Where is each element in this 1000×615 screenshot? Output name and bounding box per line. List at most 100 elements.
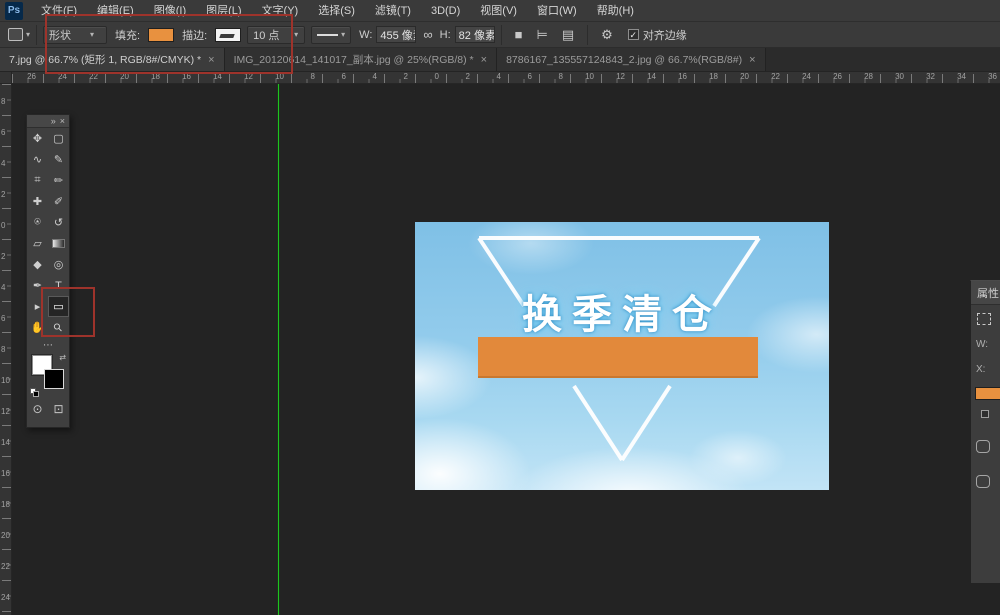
healing-brush-tool[interactable]: ✚ [27,191,48,212]
ruler-label: 14 [647,72,658,81]
quick-selection-tool[interactable]: ✎ [48,149,69,170]
vertical-ruler[interactable]: 8642024681012141618202224 [0,84,12,615]
link-dimensions-icon[interactable]: ∞ [423,27,432,42]
crop-icon: ⌗ [34,174,40,187]
divider [501,25,502,45]
menu-window[interactable]: 窗口(W) [527,0,587,22]
swap-colors-icon[interactable]: ⇄ [59,353,66,362]
screen-mode-icon[interactable]: ⊡ [53,402,63,416]
tools-panel: » × ✥▢∿✎⌗✏✚✐⍟↺▱◆◎✒T▸▭✋⚲ ⋯ ⇄ ⊙ ⊡ [26,114,70,428]
ruler-label: 20 [740,72,751,81]
ruler-label: 12 [616,72,627,81]
color-wells: ⇄ [27,352,69,398]
ruler-label: 4 [1,159,5,168]
menu-view[interactable]: 视图(V) [470,0,527,22]
vertical-guide-line[interactable] [278,84,279,615]
menu-3d[interactable]: 3D(D) [421,0,470,22]
annotation-box-rectangle-tool [41,287,95,337]
annotation-box-shape-options [45,14,293,74]
tab-close-icon[interactable]: × [749,54,755,66]
eraser-icon: ▱ [33,237,41,250]
stroke-style-dropdown[interactable]: ▾ [311,26,351,44]
ruler-label: 6 [1,128,5,137]
ruler-label: 14 [1,438,10,447]
collapse-panel-icon[interactable]: » [51,116,56,126]
chevron-down-icon: ▾ [294,30,298,39]
chevron-down-icon: ▾ [26,30,30,39]
clone-stamp-icon: ⍟ [34,216,41,229]
ruler-label: 18 [1,500,10,509]
ruler-label: 12 [1,407,10,416]
document-tab-3[interactable]: 8786167_135557124843_2.jpg @ 66.7%(RGB/8… [497,48,765,71]
shape-width-field[interactable]: 455 像素 [376,26,416,43]
rectangle-tool-icon [8,28,23,41]
eraser-tool[interactable]: ▱ [27,233,48,254]
photoshop-window: Ps 文件(F)编辑(E)图像(I)图层(L)文字(Y)选择(S)滤镜(T)3D… [0,0,1000,615]
shape-height-field[interactable]: 82 像素 [455,26,495,43]
blur-icon: ◆ [33,258,41,271]
marquee-tool[interactable]: ▢ [48,128,69,149]
ruler-label: 22 [1,562,10,571]
corner-radius-icon[interactable] [976,475,990,488]
ruler-label: 26 [27,72,38,81]
ruler-label: 18 [709,72,720,81]
gradient-tool[interactable] [48,233,69,254]
history-brush-icon: ↺ [54,216,63,229]
chevron-down-icon: ▾ [341,30,345,39]
ruler-label: 2 [404,72,410,81]
path-alignment-icon[interactable]: ⊨ [537,27,548,43]
history-brush-tool[interactable]: ↺ [48,212,69,233]
ruler-label: 8 [1,345,5,354]
move-tool[interactable]: ✥ [27,128,48,149]
ps-logo: Ps [5,2,23,20]
blur-tool[interactable]: ◆ [27,254,48,275]
tab-label: 8786167_135557124843_2.jpg @ 66.7%(RGB/8… [506,54,742,66]
healing-brush-icon: ✚ [33,195,42,208]
tab-close-icon[interactable]: × [481,54,487,66]
properties-panel-title: 属性 [971,281,1000,305]
props-fill-swatch[interactable] [975,387,1000,400]
ruler-label: 8 [559,72,565,81]
path-arrangement-icon[interactable]: ▤ [562,27,574,43]
menu-select[interactable]: 选择(S) [308,0,365,22]
menu-filter[interactable]: 滤镜(T) [365,0,421,22]
background-color-swatch[interactable] [44,369,64,389]
props-stroke-option-icon[interactable] [981,410,989,418]
more-tools-icon[interactable]: ⋯ [27,338,69,352]
divider [36,25,37,45]
ruler-label: 28 [864,72,875,81]
clone-stamp-tool[interactable]: ⍟ [27,212,48,233]
move-icon: ✥ [33,132,42,145]
ruler-label: 4 [373,72,379,81]
path-operations-icon[interactable]: ■ [515,27,523,42]
width-label: W: [359,29,372,41]
properties-panel: 属性 W: X: [970,280,1000,583]
ruler-label: 8 [311,72,317,81]
ruler-origin-corner[interactable] [0,72,12,84]
lasso-tool[interactable]: ∿ [27,149,48,170]
ruler-label: 16 [1,469,10,478]
ruler-label: 4 [497,72,503,81]
gear-icon[interactable]: ⚙ [601,27,613,43]
ruler-label: 6 [342,72,348,81]
eyedropper-tool[interactable]: ✏ [48,170,69,191]
tool-preset-picker[interactable]: ▾ [8,28,30,41]
quick-mask-icon[interactable]: ⊙ [32,402,42,416]
align-edges-checkbox[interactable]: ✓ [628,29,639,40]
crop-tool[interactable]: ⌗ [27,170,48,191]
props-width-label: W: [976,339,1000,350]
quick-selection-icon: ✎ [54,153,63,166]
default-colors-icon[interactable] [30,388,39,397]
dodge-tool[interactable]: ◎ [48,254,69,275]
close-panel-icon[interactable]: × [60,116,65,126]
orange-banner-shape[interactable] [478,337,758,378]
ruler-label: 24 [802,72,813,81]
menu-help[interactable]: 帮助(H) [587,0,644,22]
headline-text: 换季清仓 [415,282,829,340]
brush-tool[interactable]: ✐ [48,191,69,212]
height-label: H: [440,29,451,41]
corner-radius-icon[interactable] [976,440,990,453]
ruler-label: 10 [1,376,10,385]
document-canvas[interactable]: 换季清仓 [415,222,829,490]
ruler-label: 16 [678,72,689,81]
